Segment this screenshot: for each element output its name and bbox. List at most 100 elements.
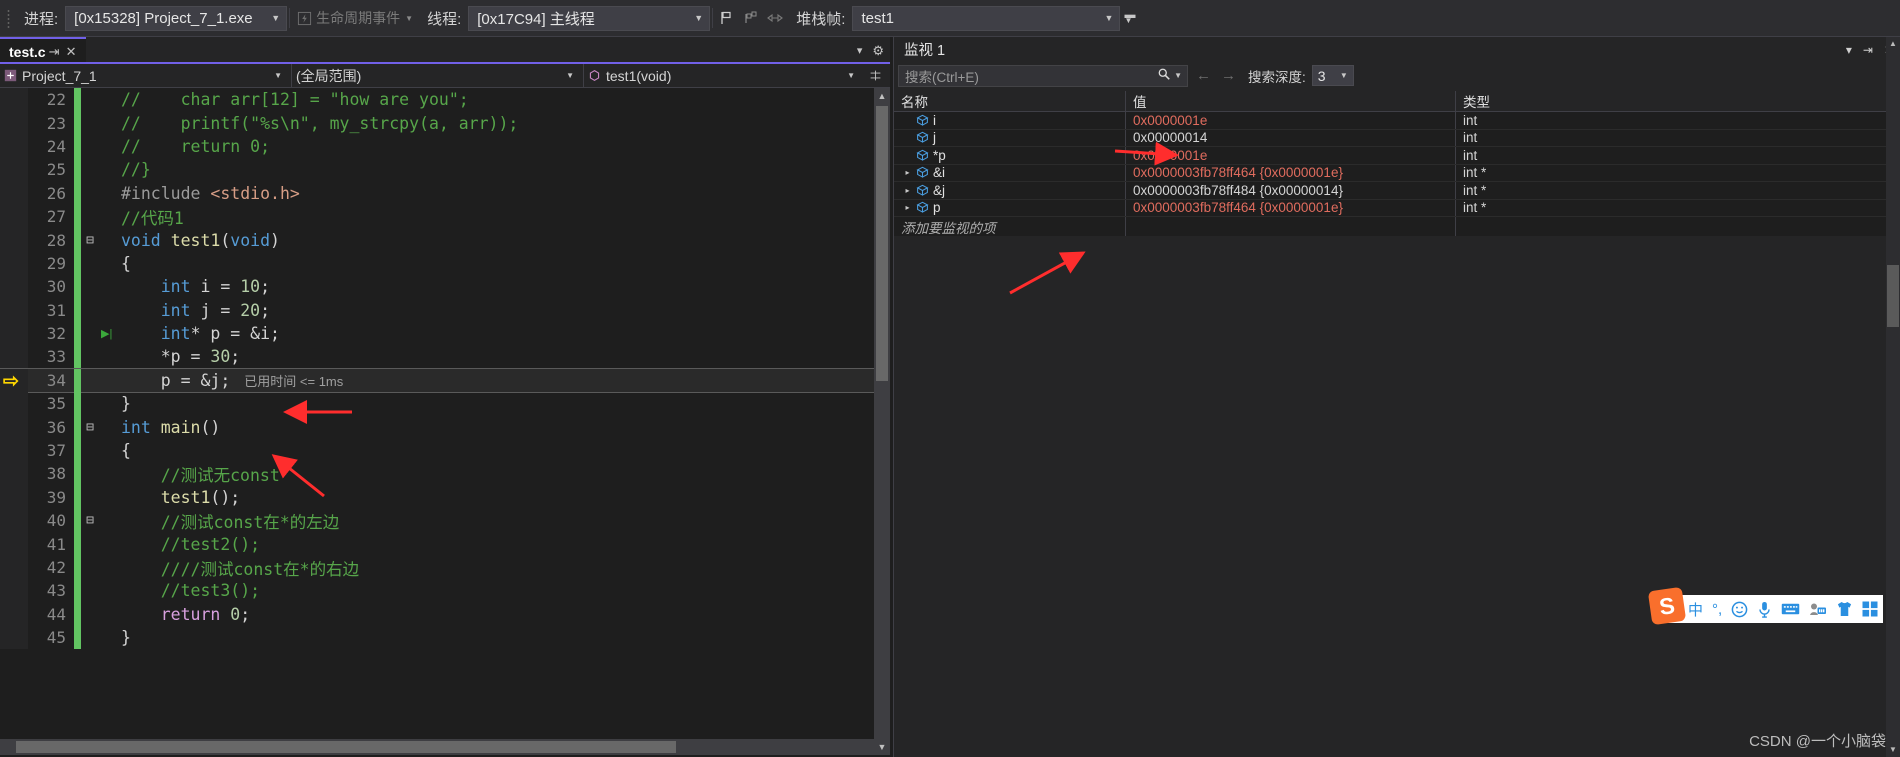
ime-apps-icon[interactable] [1862,601,1878,617]
process-dropdown[interactable]: [0x15328] Project_7_1.exe ▼ [65,5,288,31]
code-line[interactable]: 42 ////测试const在*的右边 [0,555,890,580]
search-depth-dropdown[interactable]: 3 ▼ [1311,65,1354,86]
code-line[interactable]: 33 *p = 30; [0,345,890,369]
code-line[interactable]: 45} [0,625,890,650]
ime-emoji-icon[interactable] [1731,601,1748,618]
watch-value-cell[interactable]: 0x00000014 [1126,129,1456,146]
breakpoint-gutter[interactable] [0,602,28,626]
code-line[interactable]: 28 ⊟ void test1(void) [0,228,890,252]
code-line[interactable]: 32 ▶| int* p = &i; [0,321,890,346]
breakpoint-gutter[interactable] [0,88,28,112]
breakpoint-gutter[interactable] [0,462,28,486]
scroll-down-arrow[interactable]: ▼ [874,739,890,755]
ime-skin-icon[interactable] [1836,601,1853,617]
code-line[interactable]: 43 //test3(); [0,579,890,603]
code-line[interactable]: 36 ⊟ int main() [0,415,890,439]
watch-value-cell[interactable]: 0x0000001e [1126,147,1456,164]
code-line[interactable]: 37 { [0,438,890,463]
toolbar-overflow-button[interactable]: ▬ ▼ [1124,10,1135,25]
flag-icon[interactable] [715,6,739,30]
editor-vertical-scrollbar[interactable]: ▲ ▼ [874,88,890,755]
code-line[interactable]: 23 // printf("%s\n", my_strcpy(a, arr)); [0,111,890,135]
editor-horizontal-scrollbar[interactable] [0,739,874,755]
scrollbar-thumb[interactable] [16,741,676,753]
watch-outer-scrollbar[interactable]: ▲ ▼ [1886,37,1900,757]
watch-name-cell[interactable]: j [894,129,1126,146]
scroll-up-arrow[interactable]: ▲ [874,88,890,104]
watch-name-cell[interactable]: *p [894,147,1126,164]
sogou-ime-logo[interactable]: S [1647,586,1687,626]
breakpoint-gutter[interactable] [0,158,28,182]
search-input[interactable]: 搜索(Ctrl+E) ▼ [898,64,1188,87]
code-line[interactable]: 25 //} [0,158,890,182]
pin-icon[interactable]: ⇥ [46,44,63,60]
chevron-down-icon[interactable]: ▾ [857,44,863,57]
code-editor[interactable]: 22 // char arr[12] = "how are you"; 23 // p… [0,88,890,755]
thread-dropdown[interactable]: [0x17C94] 主线程 ▼ [468,5,711,31]
code-line[interactable]: 29 { [0,251,890,276]
breakpoint-gutter[interactable] [0,298,28,322]
code-line[interactable]: 22 // char arr[12] = "how are you"; [0,88,890,112]
breakpoint-gutter[interactable] [0,134,28,159]
column-header-value[interactable]: 值 [1126,91,1456,111]
pin-icon[interactable]: ⇥ [1863,43,1873,57]
breakpoint-gutter[interactable] [0,532,28,556]
split-view-icon[interactable] [864,64,886,87]
breakpoint-gutter[interactable] [0,625,28,650]
column-header-name[interactable]: 名称 [894,91,1126,111]
scrollbar-thumb[interactable] [1887,265,1899,327]
breakpoint-gutter[interactable] [0,275,28,299]
breakpoint-gutter[interactable] [0,579,28,603]
gear-icon[interactable]: ⚙ [872,43,884,59]
expander-chevron-icon[interactable]: ▸ [901,168,914,177]
watch-row[interactable]: ▸ &i 0x0000003fb78ff464 {0x0000001e} int * [894,164,1900,182]
chevron-down-icon[interactable]: ▼ [1171,71,1185,80]
code-line[interactable]: 35} [0,392,890,416]
code-line[interactable]: 41 //test2(); [0,532,890,556]
breakpoint-gutter[interactable] [0,181,28,205]
stackframe-dropdown[interactable]: test1 ▼ [852,5,1121,31]
fold-toggle-icon[interactable]: ⊟ [81,420,99,435]
watch-name-cell[interactable]: i [894,112,1126,129]
watch-row[interactable]: j 0x00000014 int [894,129,1900,147]
breakpoint-gutter[interactable] [0,111,28,135]
lifecycle-events-button[interactable]: 生命周期事件 ▼ [292,6,418,30]
watch-row[interactable]: *p 0x0000001e int [894,147,1900,165]
search-prev-button[interactable]: ← [1194,67,1213,84]
watch-name-cell[interactable]: ▸ p [894,199,1126,216]
ime-toolbar[interactable]: 中 °, [1658,595,1883,623]
parallel-watch-icon[interactable] [763,6,787,30]
breakpoint-gutter[interactable] [0,392,28,416]
fold-toggle-icon[interactable]: ⊟ [81,233,99,248]
toolbar-grip[interactable] [3,7,15,29]
scroll-up-arrow[interactable]: ▲ [1886,37,1900,51]
scroll-down-arrow[interactable]: ▼ [1886,743,1900,757]
watch-row[interactable]: ▸ p 0x0000003fb78ff464 {0x0000001e} int * [894,199,1900,217]
watch-value-cell[interactable]: 0x0000003fb78ff484 {0x00000014} [1126,182,1456,199]
fold-toggle-icon[interactable]: ⊟ [81,513,99,528]
breakpoint-gutter[interactable] [0,509,28,533]
tab-test-c[interactable]: test.c ⇥ ✕ [0,37,86,64]
code-line[interactable]: 30 int i = 10; [0,275,890,299]
watch-row[interactable]: i 0x0000001e int [894,112,1900,130]
nav-function-dropdown[interactable]: test1(void) ▼ [584,64,864,87]
code-line[interactable]: 26 #include <stdio.h> [0,181,890,205]
expander-chevron-icon[interactable]: ▸ [901,186,914,195]
scrollbar-thumb[interactable] [876,106,888,381]
watch-add-row[interactable]: 添加要监视的项 [894,217,1900,236]
expander-chevron-icon[interactable]: ▸ [901,203,914,212]
breakpoint-gutter[interactable] [0,204,28,229]
watch-name-cell[interactable]: ▸ &i [894,164,1126,181]
breakpoint-gutter[interactable] [0,555,28,580]
code-line[interactable]: 44 return 0; [0,602,890,626]
watch-value-cell[interactable]: 0x0000001e [1126,112,1456,129]
code-line[interactable]: 38 //测试无const [0,462,890,486]
breakpoint-gutter[interactable] [0,228,28,252]
chevron-down-icon[interactable]: ▾ [1846,43,1852,57]
search-icon[interactable] [1157,67,1171,84]
ime-mode-icon[interactable]: 中 [1688,599,1703,620]
watch-value-cell[interactable]: 0x0000003fb78ff464 {0x0000001e} [1126,199,1456,216]
breakpoint-gutter[interactable] [0,321,28,346]
ime-punctuation-icon[interactable]: °, [1712,601,1722,618]
ime-voice-icon[interactable] [1757,601,1772,618]
